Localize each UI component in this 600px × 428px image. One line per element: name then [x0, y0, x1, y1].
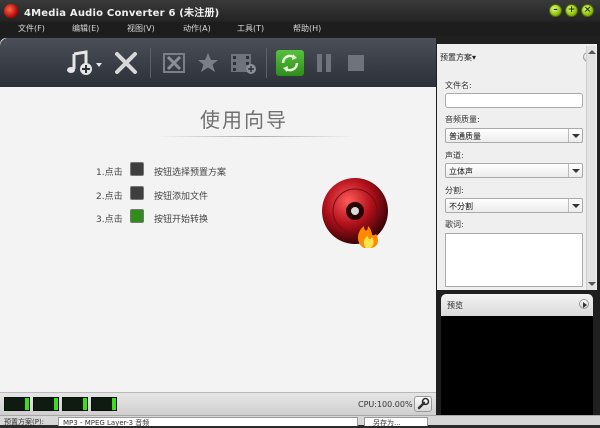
clip-button[interactable] — [160, 50, 188, 76]
step-text: 按钮开始转换 — [154, 215, 209, 225]
cpu-meter — [4, 397, 30, 411]
step-text: 按钮选择预置方案 — [154, 168, 227, 178]
stop-button[interactable] — [344, 50, 368, 76]
lyrics-textarea[interactable] — [445, 233, 583, 287]
edit-video-button[interactable] — [228, 50, 258, 76]
chevron-down-icon — [568, 129, 582, 142]
guide-title: 使用向导 — [200, 108, 288, 132]
convert-button[interactable] — [276, 50, 304, 76]
close-button[interactable]: × — [581, 4, 594, 17]
scroll-up-icon[interactable] — [588, 48, 596, 56]
cpu-meter — [91, 397, 117, 411]
profile-panel: 预置方案▾ 文件名: 音频质量: 普通质量 声道: 立体声 分割: 不分割 歌词… — [437, 44, 597, 290]
convert-step-icon[interactable] — [130, 209, 144, 223]
scroll-down-icon[interactable] — [588, 280, 596, 288]
step-number: 2.点击 — [96, 192, 123, 202]
effects-button[interactable] — [194, 50, 222, 76]
window-title: 4Media Audio Converter 6 (未注册) — [24, 8, 220, 19]
channel-label: 声道: — [445, 151, 464, 160]
panel-scrollbar[interactable] — [586, 46, 596, 290]
save-as-label: 另存为... — [373, 419, 401, 427]
split-select[interactable]: 不分割 — [445, 198, 583, 213]
toolbar-separator — [150, 48, 151, 78]
wrench-icon — [417, 397, 430, 410]
preview-header: 预览 — [441, 294, 593, 316]
menu-file[interactable]: 文件(F) — [18, 23, 45, 34]
stop-icon — [348, 55, 364, 71]
preview-expand-icon[interactable] — [579, 299, 589, 309]
guide-divider — [155, 136, 355, 137]
filename-input[interactable] — [445, 93, 583, 108]
bottom-bar: 预置方案(P): MP3 - MPEG Layer-3 音频 另存为... — [0, 415, 600, 427]
quality-label: 音频质量: — [445, 115, 480, 124]
convert-icon — [281, 54, 299, 72]
step-text: 按钮添加文件 — [154, 192, 209, 202]
effects-icon — [198, 53, 218, 72]
quality-value: 普通质量 — [449, 132, 481, 141]
toolbar-separator — [266, 48, 267, 78]
profile-label: 预置方案(P): — [4, 418, 45, 426]
menu-tools[interactable]: 工具(T) — [237, 23, 264, 34]
cpu-usage: CPU:100.00% — [358, 400, 413, 409]
maximize-button[interactable]: + — [565, 4, 578, 17]
minimize-button[interactable]: – — [549, 4, 562, 17]
quality-select[interactable]: 普通质量 — [445, 128, 583, 143]
add-file-icon[interactable] — [130, 186, 144, 200]
add-file-button[interactable] — [64, 50, 108, 76]
menu-bar: 文件(F) 编辑(E) 视图(V) 动作(A) 工具(T) 帮助(H) — [0, 22, 600, 36]
delete-icon — [115, 52, 137, 74]
step-number: 3.点击 — [96, 215, 123, 225]
title-bar: 4Media Audio Converter 6 (未注册) – + × — [0, 0, 600, 22]
chevron-down-icon — [568, 199, 582, 212]
split-label: 分割: — [445, 186, 464, 195]
app-logo-icon — [4, 4, 18, 18]
channel-value: 立体声 — [449, 167, 473, 176]
burning-disc-icon — [322, 178, 388, 248]
menu-edit[interactable]: 编辑(E) — [72, 23, 99, 34]
profile-panel-header[interactable]: 预置方案▾ — [440, 52, 476, 63]
menu-action[interactable]: 动作(A) — [183, 23, 211, 34]
filename-label: 文件名: — [445, 81, 472, 90]
cpu-meter — [33, 397, 59, 411]
preview-label: 预览 — [447, 301, 463, 310]
lyrics-label: 歌词: — [445, 220, 464, 229]
clip-icon — [163, 53, 185, 73]
pause-button[interactable] — [312, 50, 336, 76]
app-window: 4Media Audio Converter 6 (未注册) – + × 文件(… — [0, 0, 600, 427]
step-number: 1.点击 — [96, 168, 123, 178]
split-value: 不分割 — [449, 202, 473, 211]
menu-help[interactable]: 帮助(H) — [293, 23, 321, 34]
edit-video-icon — [231, 54, 256, 74]
delete-button[interactable] — [112, 50, 140, 76]
add-music-icon — [67, 50, 102, 75]
chevron-down-icon — [568, 164, 582, 177]
profile-icon[interactable] — [130, 162, 144, 176]
menu-view[interactable]: 视图(V) — [127, 23, 155, 34]
cpu-meter — [62, 397, 88, 411]
profile-value: MP3 - MPEG Layer-3 音频 — [63, 419, 150, 427]
toolbar — [0, 38, 436, 87]
channel-select[interactable]: 立体声 — [445, 163, 583, 178]
pause-icon — [317, 54, 331, 72]
settings-button[interactable] — [414, 396, 432, 412]
status-bar: CPU:100.00% — [0, 392, 436, 415]
preview-screen — [441, 316, 593, 415]
